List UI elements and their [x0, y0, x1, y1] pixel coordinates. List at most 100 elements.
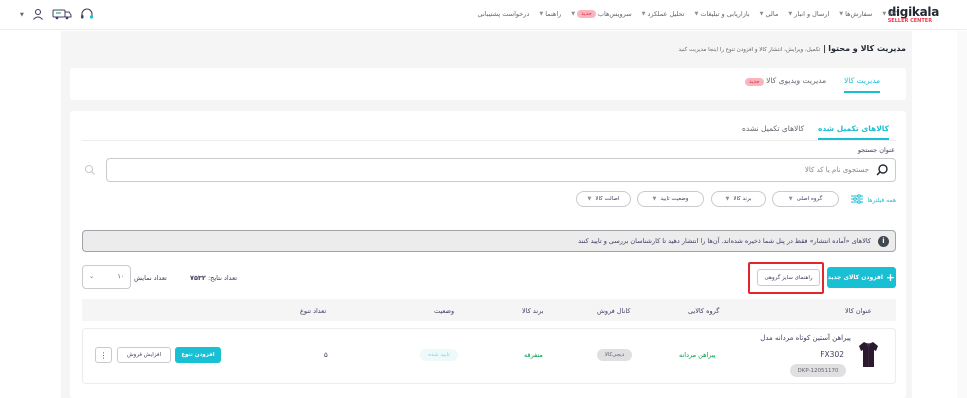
- add-variant-button[interactable]: افزودن تنوع: [175, 347, 221, 363]
- user-icon[interactable]: [32, 8, 44, 22]
- nav-item-finance[interactable]: مالی ▼: [760, 10, 779, 18]
- page-title: مدیریت کالا و محتوا: [828, 44, 906, 53]
- search-placeholder: جستجوی نام یا کد کالا: [804, 166, 869, 174]
- plus-icon: +: [885, 271, 896, 284]
- new-badge: جدید: [577, 10, 596, 18]
- chevron-down-icon: ▼: [694, 11, 699, 17]
- title-separator: |: [820, 44, 827, 53]
- nav-label: سفارش‌ها: [845, 10, 873, 18]
- chevron-down-icon: ▼: [788, 196, 793, 202]
- nav-label: سرویس‌هاب: [597, 10, 632, 18]
- dkp-badge: DKP-12051170: [790, 364, 846, 377]
- nav-item-marketing[interactable]: بازاریابی و تبلیغات ▼: [694, 10, 749, 18]
- filter-authenticity[interactable]: اصالت کالا ▼: [576, 191, 631, 207]
- table-header: [82, 299, 896, 321]
- more-options-icon[interactable]: ⋮: [95, 347, 112, 363]
- nav-item-shipping[interactable]: ارسال و انبار ▼: [788, 10, 829, 18]
- th-title: عنوان کالا: [845, 307, 872, 315]
- filter-approval-status[interactable]: وضعیت تایید ▼: [637, 191, 704, 207]
- headset-icon[interactable]: [80, 8, 94, 22]
- group-size-guide-label: راهنمای سایز گروهی: [764, 274, 813, 281]
- increase-sale-button[interactable]: افزایش فروش: [117, 347, 171, 363]
- nav-item-help[interactable]: راهنما ▼: [539, 10, 561, 18]
- nav-item-products[interactable]: کالا ▼: [882, 10, 897, 18]
- status-badge: تایید شده: [420, 349, 458, 361]
- chevron-down-icon: ⌄: [89, 273, 95, 280]
- chevron-down-icon: ▼: [641, 11, 646, 17]
- chevron-down-icon: ▼: [539, 11, 544, 17]
- th-variants: تعداد تنوع: [300, 307, 327, 315]
- sales-channel-badge: دیجی‌کالا: [597, 349, 632, 361]
- tab-completed-products[interactable]: کالاهای تکمیل شده: [818, 124, 889, 140]
- results-count: تعداد نتایج: ۷۵۳۲: [190, 274, 237, 282]
- sliders-icon: [851, 194, 864, 206]
- page-scrollbar[interactable]: [957, 31, 967, 398]
- nav-label: بازاریابی و تبلیغات: [700, 10, 750, 18]
- new-badge: جدید: [745, 78, 764, 86]
- th-group: گروه کالایی: [688, 307, 720, 315]
- tab-label: کالاهای تکمیل شده: [818, 124, 889, 133]
- page-size-value: ۱۰: [117, 273, 124, 280]
- page-size-label: تعداد نمایش: [134, 274, 167, 282]
- chevron-down-icon: ▼: [571, 11, 576, 17]
- delivery-truck-icon[interactable]: [52, 8, 72, 22]
- page-heading: مدیریت کالا و محتوا | تکمیل، ویرایش، انت…: [678, 44, 906, 53]
- nav-item-analytics[interactable]: تحلیل عملکرد ▼: [642, 10, 685, 18]
- tab-label: کالاهای تکمیل نشده: [742, 124, 805, 133]
- filter-brand[interactable]: برند کالا ▼: [711, 191, 766, 207]
- nav-label: مالی: [765, 10, 779, 18]
- add-product-button[interactable]: افزودن کالای جدید +: [827, 267, 896, 288]
- chevron-down-icon: ▼: [759, 11, 764, 17]
- dkp-code: DKP-12051170: [797, 367, 839, 374]
- chevron-down-icon: ▼: [652, 196, 657, 202]
- search-icon[interactable]: [875, 163, 889, 177]
- status-text: تایید شده: [428, 352, 450, 358]
- notice-text: کالاهای «آماده انتشار» فقط در پنل شما ذخ…: [578, 237, 871, 245]
- nav-item-support[interactable]: درخواست پشتیبانی: [478, 10, 530, 18]
- nav-item-services[interactable]: سرویس‌هاب جدید ▼: [571, 10, 632, 18]
- page-subtitle: تکمیل، ویرایش، انتشار کالا و افزودن تنوع…: [678, 47, 821, 53]
- chevron-down-icon: ▼: [725, 196, 730, 202]
- search-label: عنوان جستجو: [857, 146, 895, 154]
- nav-label: کالا: [888, 10, 897, 18]
- add-variant-label: افزودن تنوع: [181, 352, 215, 358]
- product-image[interactable]: [857, 340, 880, 368]
- results-label: تعداد نتایج:: [207, 274, 238, 282]
- tabs-divider: [82, 140, 896, 141]
- all-filters-button[interactable]: همه فیلترها: [851, 194, 896, 206]
- chip-label: وضعیت تایید: [660, 196, 689, 202]
- add-product-label: افزودن کالای جدید: [827, 274, 883, 281]
- tab-video-management[interactable]: مدیریت ویدیوی کالا جدید: [745, 76, 827, 86]
- nav-label: تحلیل عملکرد: [647, 10, 685, 18]
- th-brand: برند کالا: [522, 307, 544, 315]
- main-nav: کالا ▼ سفارش‌ها ▼ ارسال و انبار ▼ مالی ▼ باز…: [478, 10, 897, 18]
- th-channel: کانال فروش: [597, 307, 631, 315]
- chevron-down-icon[interactable]: ▼: [20, 12, 24, 18]
- top-icons: ▼: [20, 8, 94, 22]
- tab-label: مدیریت ویدیوی کالا: [766, 76, 827, 85]
- sales-channel: دیجی‌کالا: [604, 352, 625, 358]
- product-model: FX302: [820, 350, 844, 359]
- nav-label: راهنما: [545, 10, 562, 18]
- tab-incomplete-products[interactable]: کالاهای تکمیل نشده: [742, 124, 804, 133]
- increase-sale-label: افزایش فروش: [126, 352, 162, 358]
- nav-label: ارسال و انبار: [794, 10, 830, 18]
- group-size-guide-button[interactable]: راهنمای سایز گروهی: [757, 269, 820, 286]
- chip-label: اصالت کالا: [595, 196, 620, 202]
- chevron-down-icon: ▼: [587, 196, 592, 202]
- product-title[interactable]: پیراهن آستین کوتاه مردانه مدل: [760, 334, 851, 342]
- search-icon: [84, 164, 96, 176]
- nav-item-orders[interactable]: سفارش‌ها ▼: [839, 10, 872, 18]
- tab-product-management[interactable]: مدیریت کالا: [844, 76, 881, 93]
- search-input[interactable]: جستجوی نام یا کد کالا: [106, 158, 896, 182]
- chevron-down-icon: ▼: [839, 11, 844, 17]
- chevron-down-icon: ▼: [882, 11, 887, 17]
- brand-sub: SELLER CENTER: [887, 18, 933, 24]
- top-bar: digikala SELLER CENTER کالا ▼ سفارش‌ها ▼ ا…: [0, 0, 967, 30]
- info-icon: i: [878, 236, 889, 247]
- filter-main-group[interactable]: گروه اصلی ▼: [772, 191, 839, 207]
- page-size-select[interactable]: ۱۰ ⌄: [82, 265, 131, 289]
- tab-label: مدیریت کالا: [844, 76, 881, 85]
- all-filters-label: همه فیلترها: [867, 196, 896, 204]
- product-brand: متفرقه: [524, 351, 543, 359]
